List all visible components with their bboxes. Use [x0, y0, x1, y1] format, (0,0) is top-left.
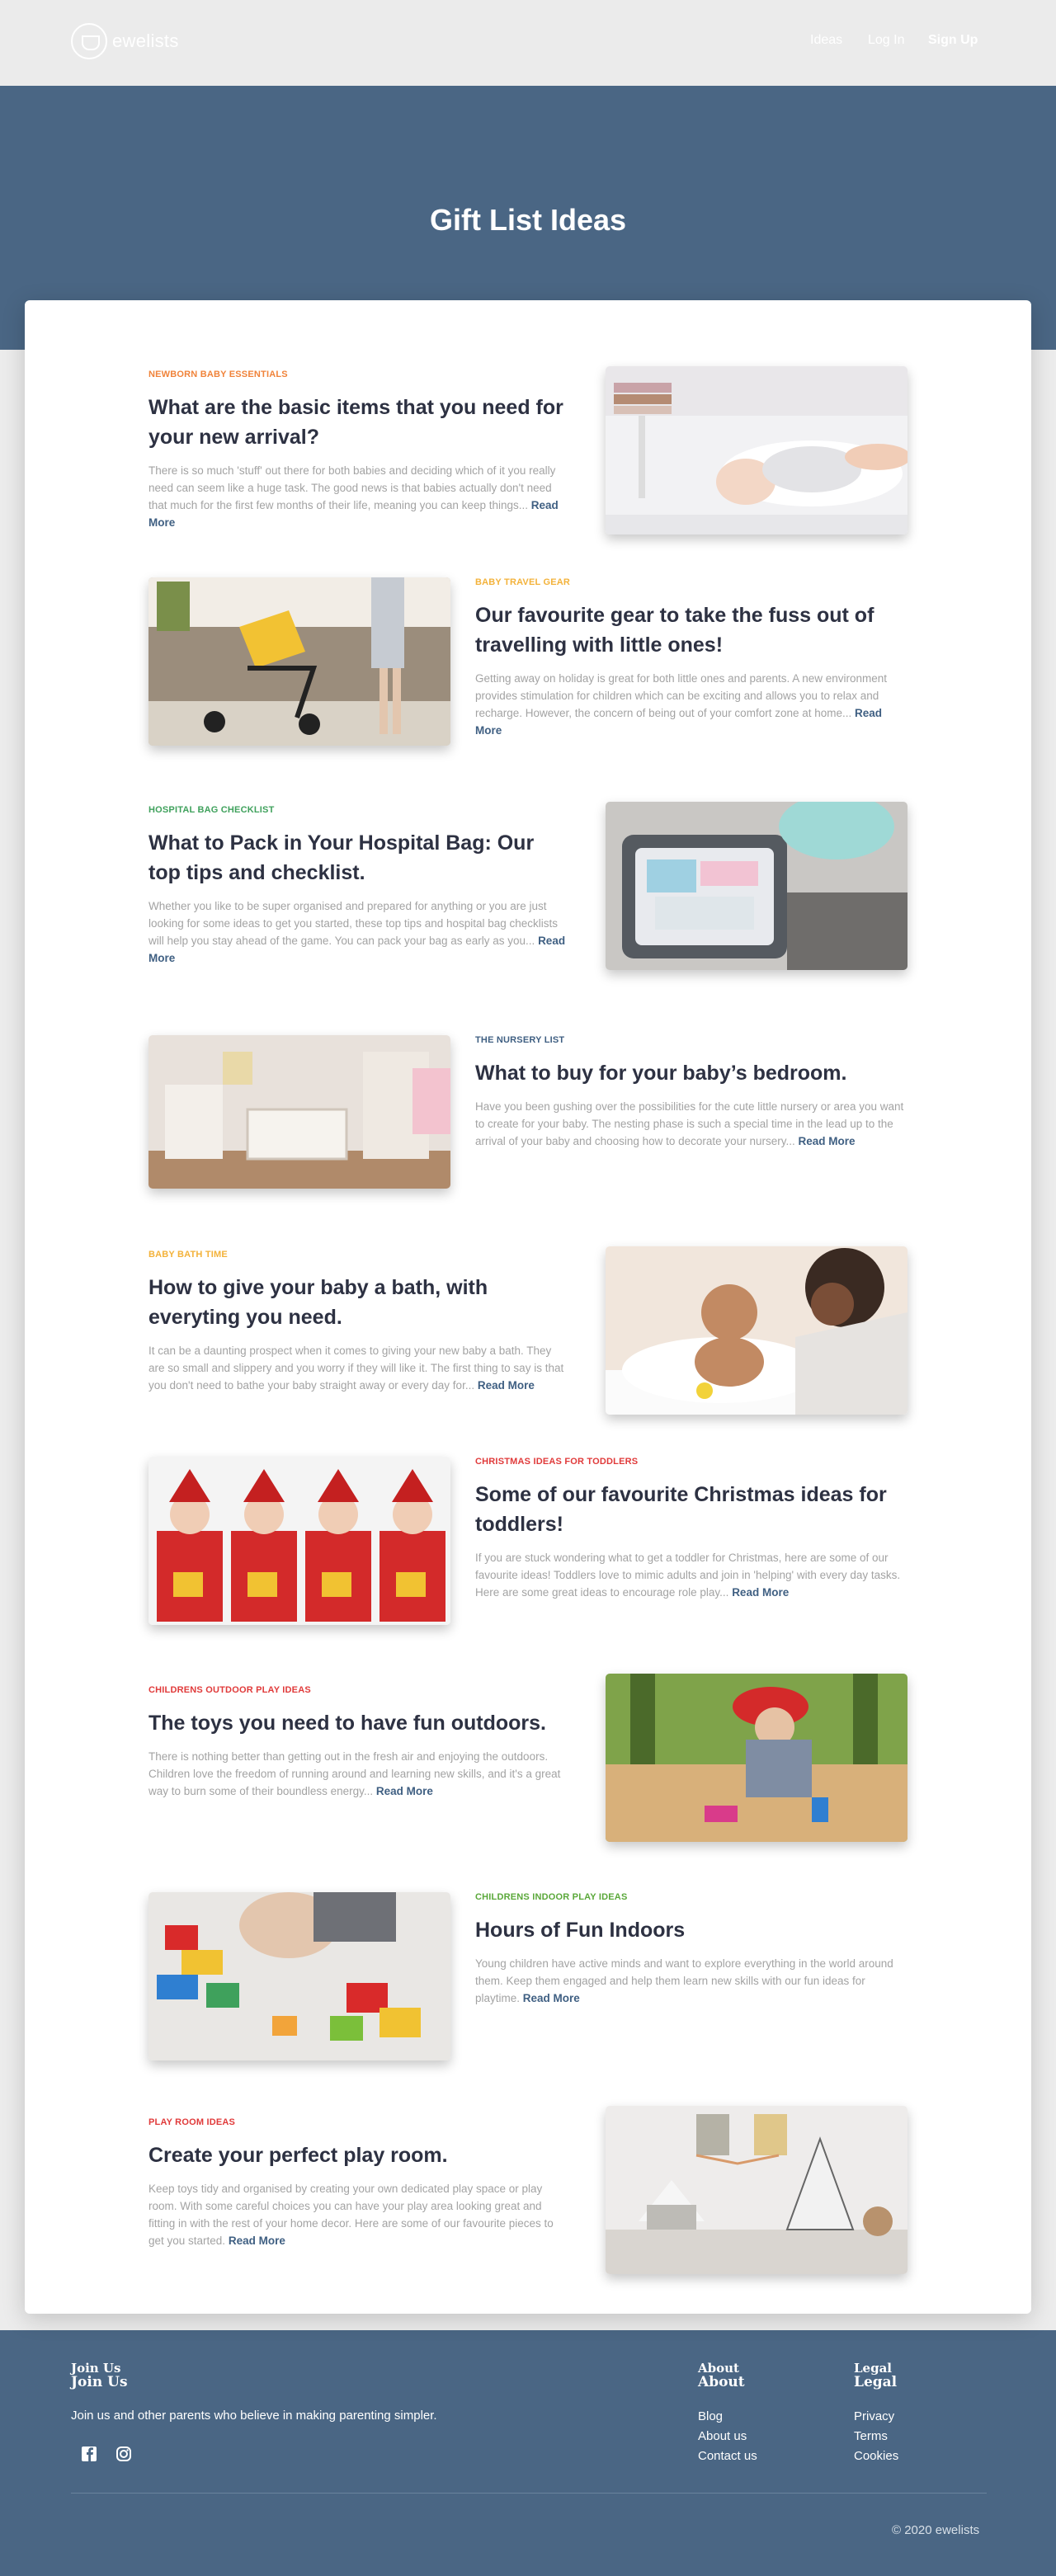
instagram-icon[interactable]: [116, 2446, 132, 2462]
footer-divider: [71, 2493, 987, 2494]
nav-signup-link[interactable]: Sign Up: [928, 33, 978, 48]
article-title[interactable]: Hours of Fun Indoors: [475, 1915, 904, 1945]
article-category[interactable]: Baby Bath Time: [148, 1250, 569, 1260]
footer-join-text: Join us and other parents who believe in…: [71, 2409, 437, 2423]
footer-link-privacy[interactable]: Privacy: [854, 2409, 894, 2423]
outdoor-play-photo[interactable]: [606, 1674, 908, 1842]
copyright-text: © 2020 ewelists: [892, 2523, 980, 2537]
read-more-link[interactable]: Read More: [376, 1785, 433, 1797]
brand-logo[interactable]: ewelists: [71, 23, 179, 59]
article-category[interactable]: Newborn Baby Essentials: [148, 370, 569, 379]
article-title[interactable]: Our favourite gear to take the fuss out …: [475, 600, 904, 660]
article-category[interactable]: Hospital Bag Checklist: [148, 805, 569, 815]
article-text: Baby Travel Gear Our favourite gear to t…: [475, 577, 904, 739]
top-navigation: ewelists Ideas Log In Sign Up: [0, 0, 1056, 86]
article-category[interactable]: Christmas Ideas For Toddlers: [475, 1457, 904, 1467]
article-description: It can be a daunting prospect when it co…: [148, 1345, 564, 1392]
read-more-link[interactable]: Read More: [732, 1586, 789, 1599]
facebook-icon[interactable]: [81, 2446, 97, 2462]
article-description: Have you been gushing over the possibili…: [475, 1100, 904, 1147]
article-category[interactable]: Play Room Ideas: [148, 2117, 569, 2127]
article-text: Childrens Indoor Play Ideas Hours of Fun…: [475, 1892, 904, 2007]
ideas-card: Newborn Baby Essentials What are the bas…: [25, 300, 1031, 2314]
article-description: If you are stuck wondering what to get a…: [475, 1552, 901, 1599]
nursery-photo[interactable]: [148, 1035, 450, 1189]
stroller-photo[interactable]: [148, 577, 450, 746]
baby-bath-photo[interactable]: [606, 1246, 908, 1415]
footer-join: Join Us Join Us Join us and other parent…: [71, 2362, 437, 2462]
footer-link-blog[interactable]: Blog: [698, 2409, 723, 2423]
article-text: Childrens Outdoor Play Ideas The toys yo…: [148, 1685, 569, 1800]
footer-link-about-us[interactable]: About us: [698, 2429, 747, 2443]
newborn-baby-photo[interactable]: [606, 366, 908, 535]
article-text: The Nursery List What to buy for your ba…: [475, 1035, 904, 1150]
article-category[interactable]: Childrens Outdoor Play Ideas: [148, 1685, 569, 1695]
article-category[interactable]: Childrens Indoor Play Ideas: [475, 1892, 904, 1902]
footer-link-terms[interactable]: Terms: [854, 2429, 888, 2443]
christmas-kids-photo[interactable]: [148, 1457, 450, 1625]
article-text: Baby Bath Time How to give your baby a b…: [148, 1250, 569, 1394]
footer-about: About About Blog About us Contact us: [698, 2362, 757, 2466]
footer-legal: Legal Legal Privacy Terms Cookies: [854, 2362, 898, 2466]
article-description: Keep toys tidy and organised by creating…: [148, 2183, 554, 2247]
article-title[interactable]: What to Pack in Your Hospital Bag: Our t…: [148, 828, 569, 888]
building-blocks-photo[interactable]: [148, 1892, 450, 2060]
article-category[interactable]: The Nursery List: [475, 1035, 904, 1045]
article-title[interactable]: How to give your baby a bath, with every…: [148, 1273, 569, 1332]
read-more-link[interactable]: Read More: [478, 1379, 535, 1392]
article-text: Newborn Baby Essentials What are the bas…: [148, 370, 569, 531]
article-category[interactable]: Baby Travel Gear: [475, 577, 904, 587]
article-title[interactable]: The toys you need to have fun outdoors.: [148, 1708, 569, 1738]
footer-about-heading: About: [698, 2374, 745, 2390]
article-description: There is so much 'stuff' out there for b…: [148, 464, 559, 529]
playroom-photo[interactable]: [606, 2106, 908, 2274]
footer-about-heading-shadow: About: [698, 2361, 739, 2376]
article-description: Young children have active minds and wan…: [475, 1957, 893, 2004]
article-title[interactable]: Create your perfect play room.: [148, 2140, 569, 2170]
footer-legal-heading: Legal: [854, 2374, 898, 2390]
read-more-link[interactable]: Read More: [798, 1135, 855, 1147]
logo-icon: [71, 23, 107, 59]
article-text: Christmas Ideas For Toddlers Some of our…: [475, 1457, 904, 1601]
read-more-link[interactable]: Read More: [523, 1992, 580, 2004]
footer-join-heading-shadow: Join Us: [71, 2361, 121, 2376]
article-title[interactable]: Some of our favourite Christmas ideas fo…: [475, 1480, 904, 1539]
nav-ideas-link[interactable]: Ideas: [810, 33, 842, 48]
article-description: Whether you like to be super organised a…: [148, 900, 566, 964]
article-description: There is nothing better than getting out…: [148, 1750, 561, 1797]
article-text: Play Room Ideas Create your perfect play…: [148, 2117, 569, 2249]
footer-legal-heading-shadow: Legal: [854, 2361, 892, 2376]
footer-link-cookies[interactable]: Cookies: [854, 2449, 898, 2463]
nav-login-link[interactable]: Log In: [868, 33, 904, 48]
footer-link-contact-us[interactable]: Contact us: [698, 2449, 757, 2463]
social-links: [71, 2446, 437, 2462]
article-title[interactable]: What are the basic items that you need f…: [148, 393, 569, 452]
hospital-bag-photo[interactable]: [606, 802, 908, 970]
brand-name: ewelists: [112, 31, 179, 51]
footer-join-heading: Join Us: [71, 2374, 128, 2390]
page-title: Gift List Ideas: [429, 203, 627, 237]
article-description: Getting away on holiday is great for bot…: [475, 672, 888, 737]
article-text: Hospital Bag Checklist What to Pack in Y…: [148, 805, 569, 967]
article-title[interactable]: What to buy for your baby’s bedroom.: [475, 1058, 904, 1088]
read-more-link[interactable]: Read More: [229, 2235, 285, 2247]
